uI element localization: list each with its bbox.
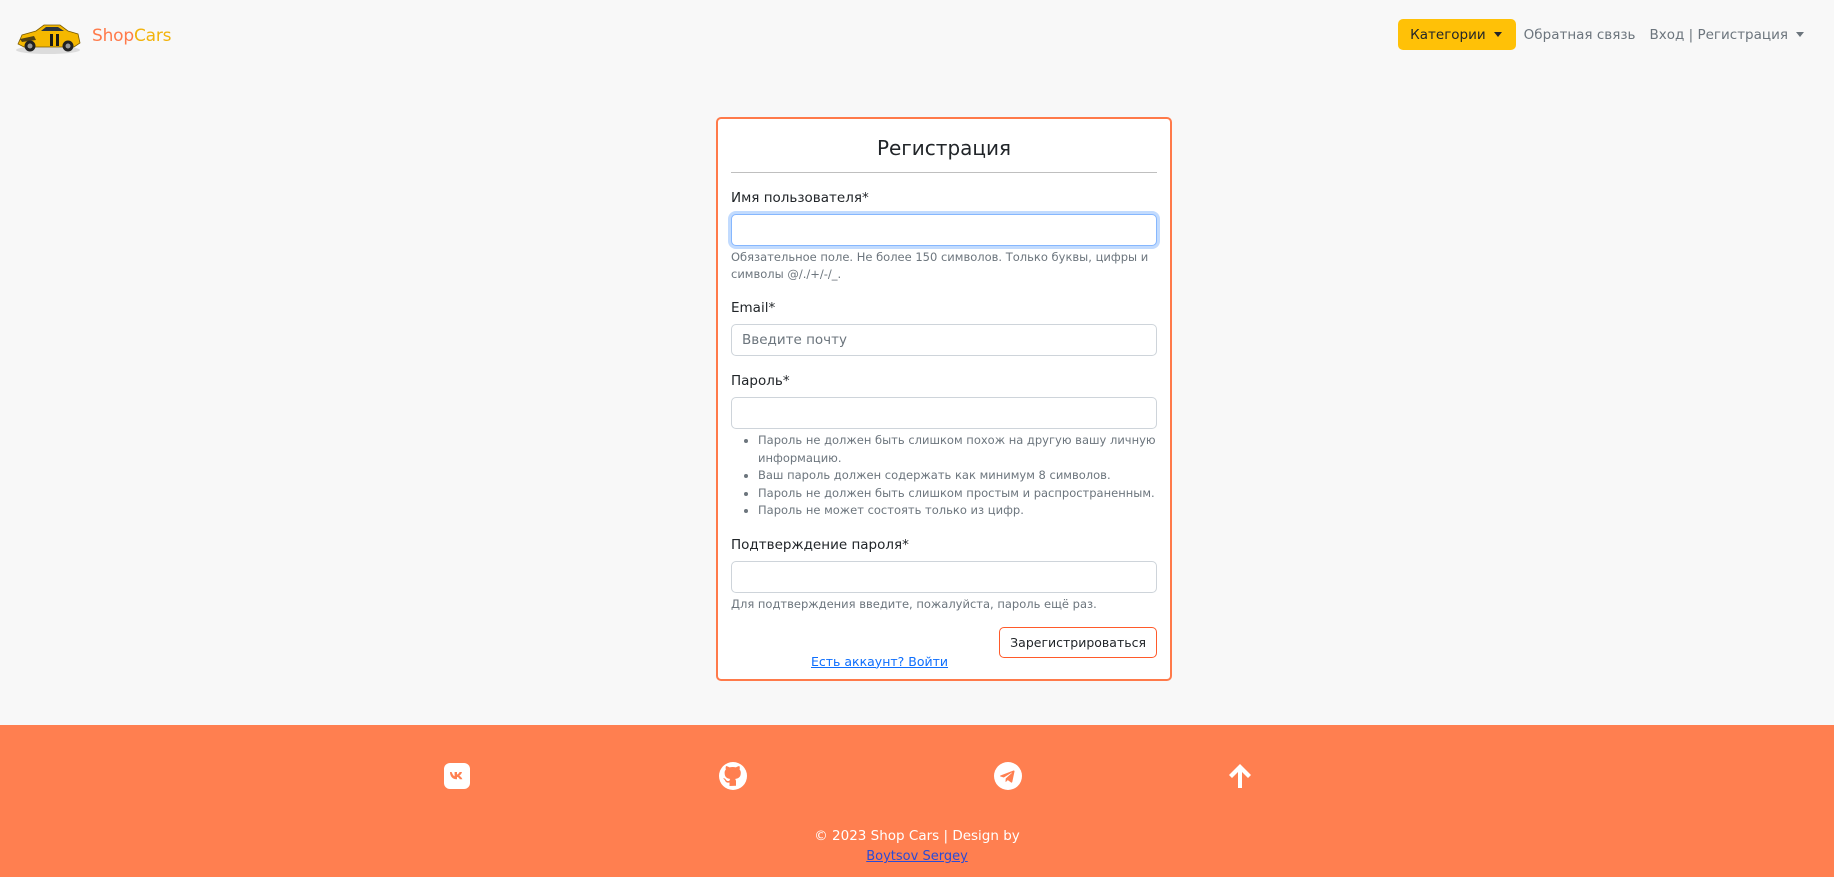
username-help: Обязательное поле. Не более 150 символов… [731, 250, 1149, 281]
feedback-link[interactable]: Обратная связь [1524, 27, 1636, 43]
brand-name: ShopCars [92, 26, 172, 46]
categories-dropdown-button[interactable]: Категории [1398, 19, 1516, 50]
password-input[interactable] [731, 397, 1157, 429]
password-confirm-label: Подтверждение пароля* [731, 536, 909, 553]
telegram-icon[interactable] [993, 761, 1023, 791]
password-rule: Пароль не должен быть слишком похож на д… [758, 432, 1157, 467]
registration-card: Регистрация Имя пользователя* Обязательн… [716, 117, 1172, 681]
password-confirm-input[interactable] [731, 560, 1157, 593]
email-label: Email* [731, 300, 776, 316]
password-rule: Пароль не может состоять только из цифр. [758, 502, 1157, 520]
form-title: Регистрация [876, 136, 1012, 160]
password-label: Пароль* [731, 373, 790, 389]
register-button[interactable]: Зарегистрироваться [999, 626, 1157, 658]
author-link[interactable]: Boytsov Sergey [866, 849, 968, 864]
title-divider [731, 172, 1157, 173]
footer-copyright: © 2023 Shop Cars | Design by [814, 828, 1020, 844]
chevron-down-icon [1493, 32, 1502, 37]
nav-menu: Категории Обратная связь Вход | Регистра… [1398, 19, 1804, 50]
username-label: Имя пользователя* [731, 190, 869, 206]
brand-name-shop: Shop [92, 26, 134, 46]
navbar: ShopCars Категории Обратная связь Вход |… [0, 0, 1834, 70]
brand-name-cars: Cars [133, 26, 172, 46]
categories-label: Категории [1410, 26, 1486, 43]
password-rule: Пароль не должен быть слишком простым и … [758, 485, 1157, 503]
chevron-down-icon [1796, 32, 1804, 37]
auth-dropdown-link[interactable]: Вход | Регистрация [1649, 27, 1804, 43]
footer-copyright-block: © 2023 Shop Cars | Design by Boytsov Ser… [0, 826, 1834, 867]
vk-icon[interactable] [442, 761, 472, 791]
password-rules: Пароль не должен быть слишком похож на д… [731, 432, 1157, 520]
password-rule: Ваш пароль должен содержать как минимум … [758, 467, 1157, 485]
footer: © 2023 Shop Cars | Design by Boytsov Ser… [0, 725, 1834, 877]
github-icon[interactable] [718, 761, 748, 791]
login-link[interactable]: Есть аккаунт? Войти [811, 654, 948, 669]
car-logo-icon [16, 24, 81, 54]
username-input[interactable] [731, 214, 1157, 246]
password-confirm-help: Для подтверждения введите, пожалуйста, п… [731, 596, 1097, 611]
auth-label: Вход | Регистрация [1649, 26, 1788, 43]
form-actions: Зарегистрироваться Есть аккаунт? Войти [731, 626, 1157, 687]
email-input[interactable] [731, 324, 1157, 356]
arrow-up-icon[interactable] [1225, 761, 1255, 791]
brand-link[interactable]: ShopCars [14, 16, 172, 56]
